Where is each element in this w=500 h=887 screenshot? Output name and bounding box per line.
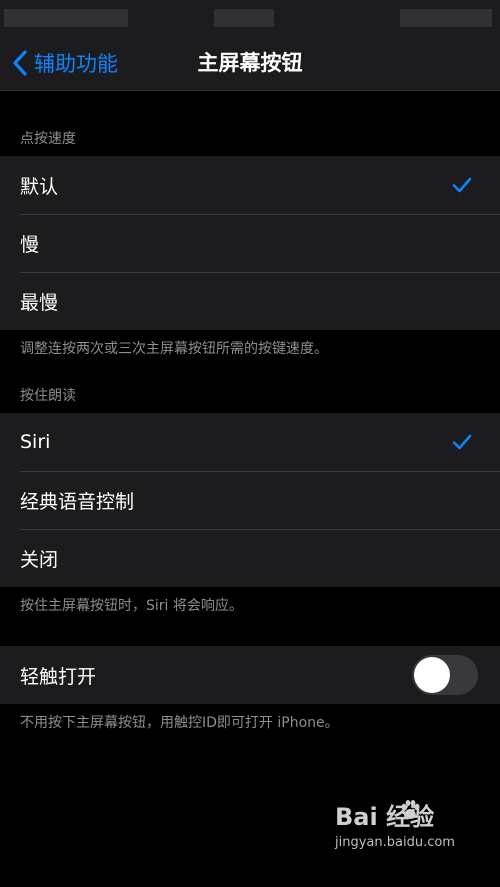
rest-finger-toggle[interactable] bbox=[412, 655, 478, 695]
option-label: 慢 bbox=[20, 233, 40, 256]
checkmark-icon bbox=[452, 434, 472, 450]
option-siri[interactable]: Siri bbox=[0, 413, 500, 471]
baidu-watermark: Bai 经验 jingyan.baidu.com bbox=[335, 797, 465, 867]
chevron-left-icon bbox=[13, 50, 27, 76]
click-speed-group: 默认 慢 最慢 bbox=[0, 156, 500, 330]
status-bar bbox=[0, 0, 500, 36]
section-header-click-speed: 点按速度 bbox=[20, 131, 76, 147]
status-bar-blur-center bbox=[214, 9, 274, 27]
option-label: 关闭 bbox=[20, 548, 59, 571]
settings-content: 点按速度 默认 慢 最慢 调整连按两次或三次主屏幕按钮所需的按键速度。 按住朗读… bbox=[0, 91, 500, 732]
rest-finger-label: 轻触打开 bbox=[20, 665, 97, 688]
back-button-label: 辅助功能 bbox=[34, 52, 118, 76]
option-default[interactable]: 默认 bbox=[0, 156, 500, 214]
back-button[interactable]: 辅助功能 bbox=[12, 45, 118, 81]
option-label: Siri bbox=[20, 431, 51, 453]
option-label: 经典语音控制 bbox=[20, 490, 135, 513]
press-and-hold-group: Siri 经典语音控制 关闭 bbox=[0, 413, 500, 587]
option-classic-voice-control[interactable]: 经典语音控制 bbox=[0, 471, 500, 529]
option-off[interactable]: 关闭 bbox=[0, 529, 500, 587]
baidu-paw-icon bbox=[401, 800, 420, 819]
rest-finger-group: 轻触打开 bbox=[0, 646, 500, 704]
click-speed-footer: 调整连按两次或三次主屏幕按钮所需的按键速度。 bbox=[20, 341, 328, 357]
option-label: 默认 bbox=[20, 175, 59, 198]
status-bar-blur-left bbox=[4, 9, 128, 27]
option-slow[interactable]: 慢 bbox=[0, 214, 500, 272]
option-label: 最慢 bbox=[20, 291, 59, 314]
status-bar-blur-right bbox=[400, 9, 492, 27]
toggle-knob bbox=[414, 657, 450, 693]
navigation-bar: 辅助功能 主屏幕按钮 bbox=[0, 36, 500, 91]
watermark-url: jingyan.baidu.com bbox=[335, 835, 455, 850]
press-and-hold-footer: 按住主屏幕按钮时，Siri 将会响应。 bbox=[20, 598, 243, 614]
rest-finger-row: 轻触打开 bbox=[0, 646, 500, 704]
checkmark-icon bbox=[452, 177, 472, 193]
option-slowest[interactable]: 最慢 bbox=[0, 272, 500, 330]
rest-finger-footer: 不用按下主屏幕按钮，用触控ID即可打开 iPhone。 bbox=[20, 715, 339, 731]
section-header-press-and-hold: 按住朗读 bbox=[20, 388, 76, 404]
